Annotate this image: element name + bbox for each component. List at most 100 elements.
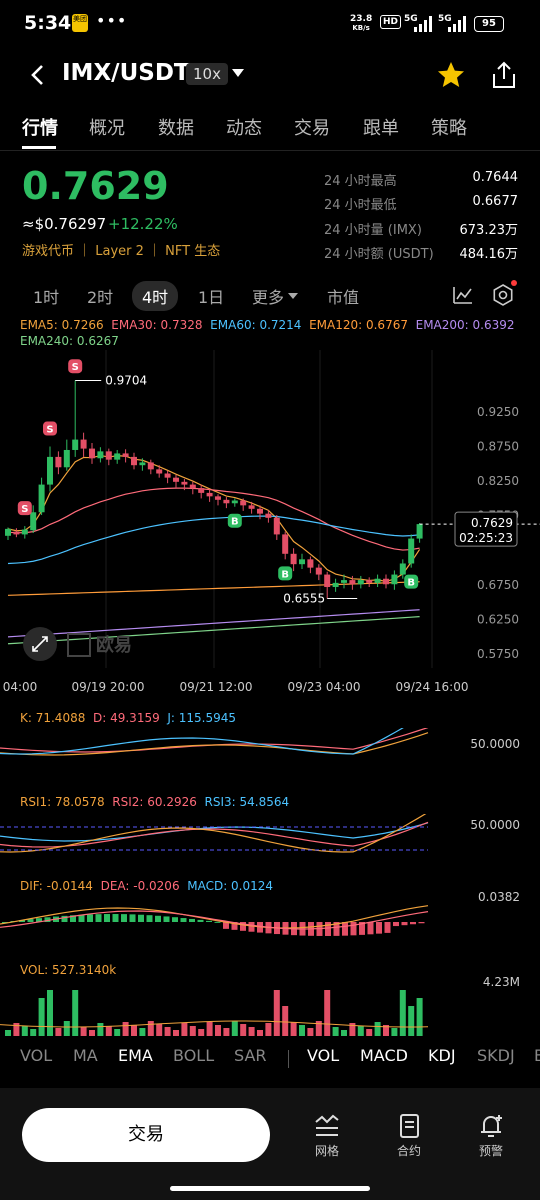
token-tags[interactable]: 游戏代币 ｜ Layer 2 ｜ NFT 生态 [22, 240, 220, 259]
macd-bar [163, 916, 170, 922]
buy-marker-label: B [231, 517, 239, 528]
rsi2: RSI2: 60.2926 [112, 795, 197, 809]
share-icon[interactable] [490, 60, 518, 90]
rsi1: RSI1: 78.0578 [20, 795, 105, 809]
macd-bar [325, 922, 331, 936]
interval-1h[interactable]: 1时 [33, 284, 59, 308]
contract-label[interactable]: 合约 [384, 1142, 434, 1159]
interval-more[interactable]: 更多 [252, 284, 284, 308]
volume-chart [0, 990, 429, 1036]
candle-body [248, 505, 255, 509]
tab-strategy[interactable]: 策略 [431, 114, 467, 140]
candle-body [366, 580, 373, 583]
settings-gear-icon[interactable] [492, 284, 514, 306]
divider [0, 150, 540, 151]
tab-overview[interactable]: 概况 [89, 114, 125, 140]
candle-body [215, 496, 221, 500]
candle-body [416, 524, 423, 539]
pair-title[interactable]: IMX/USDT [62, 60, 190, 86]
y-tick-label: 0.9250 [477, 405, 519, 419]
ema60-label: EMA60: 0.7214 [210, 318, 302, 332]
tab-market[interactable]: 行情 [22, 114, 58, 140]
ema240-label: EMA240: 0.6267 [20, 334, 119, 348]
kdj-j-line [0, 728, 404, 755]
status-time: 5:34 [24, 12, 72, 34]
tab-news[interactable]: 动态 [226, 114, 262, 140]
low-marker-label: 0.6555 [283, 591, 325, 605]
sel-boll[interactable]: BOLL [173, 1046, 214, 1065]
candle-body [324, 574, 331, 588]
interval-2h[interactable]: 2时 [87, 284, 113, 308]
candle-body [55, 456, 62, 468]
interval-mcap[interactable]: 市值 [327, 284, 359, 308]
interval-1d[interactable]: 1日 [198, 284, 224, 308]
candle-body [349, 580, 356, 585]
stat-high-value: 0.7644 [472, 170, 519, 185]
more-caret-icon[interactable] [288, 293, 298, 299]
x-tick-label: 09/21 12:00 [180, 680, 253, 694]
volume-bar [206, 1022, 213, 1036]
sel-kdj[interactable]: KDJ [428, 1046, 456, 1065]
volume-bar [223, 1028, 230, 1036]
candle-body [173, 477, 179, 482]
grid-icon[interactable] [313, 1112, 341, 1140]
candle-body [97, 451, 104, 459]
volume-bar [341, 1030, 347, 1036]
volume-bar [324, 990, 331, 1036]
sel-more[interactable]: B [534, 1046, 540, 1065]
stat-high-label: 24 小时最高 [324, 174, 397, 189]
candlestick-chart[interactable]: 0.92500.87500.82500.77500.67500.62500.57… [0, 350, 540, 700]
candle-body [265, 513, 272, 518]
candle-body [273, 517, 280, 535]
favorite-star-icon[interactable] [436, 60, 466, 90]
candle-body [122, 453, 129, 457]
volume-bar [290, 1022, 297, 1036]
interval-4h[interactable]: 4时 [132, 281, 179, 311]
volume-bar [282, 1006, 289, 1036]
sel-vol-main[interactable]: VOL [20, 1046, 52, 1065]
grid-label[interactable]: 网格 [302, 1142, 352, 1159]
alert-label[interactable]: 预警 [466, 1142, 516, 1159]
signal-icon-2 [448, 16, 466, 32]
usd-price: ≈$0.76297 [22, 215, 107, 233]
kdj-j: J: 115.5945 [167, 711, 237, 725]
sell-marker-label: S [46, 425, 53, 436]
candle-body [164, 473, 171, 478]
last-price-label: 0.7629 [471, 516, 513, 530]
x-tick-label: 04:00 [3, 680, 38, 694]
contract-icon[interactable] [395, 1112, 423, 1140]
alert-bell-icon[interactable] [477, 1112, 505, 1140]
sel-ma[interactable]: MA [73, 1046, 98, 1065]
rsi-chart [0, 814, 429, 853]
vol-legend: VOL: 527.3140k [20, 963, 117, 977]
tab-data[interactable]: 数据 [158, 114, 194, 140]
back-arrow-icon[interactable] [28, 62, 48, 88]
y-tick-label: 0.6250 [477, 613, 519, 627]
x-tick-label: 09/19 20:00 [72, 680, 145, 694]
price-change: +12.22% [108, 215, 178, 233]
sel-macd[interactable]: MACD [360, 1046, 408, 1065]
trade-button[interactable]: 交易 [22, 1108, 270, 1162]
macd-legend: DIF: -0.0144 DEA: -0.0206 MACD: 0.0124 [20, 879, 273, 893]
leverage-badge[interactable]: 10x [186, 63, 228, 85]
candle-body [38, 484, 45, 513]
volume-bar [55, 1028, 62, 1036]
sel-skdj[interactable]: SKDJ [477, 1046, 515, 1065]
main-tabs: 行情 概况 数据 动态 交易 跟单 策略 [0, 114, 540, 154]
x-tick-label: 09/23 04:00 [288, 680, 361, 694]
macd-bar [248, 922, 255, 932]
tab-copy[interactable]: 跟单 [363, 114, 399, 140]
tab-trade[interactable]: 交易 [294, 114, 330, 140]
macd-bar [172, 917, 178, 922]
stat-amount-label: 24 小时额 (USDT) [324, 247, 434, 262]
y-tick-label: 0.8750 [477, 440, 519, 454]
candle-body [181, 481, 188, 485]
sel-sar[interactable]: SAR [234, 1046, 267, 1065]
sel-ema[interactable]: EMA [118, 1046, 153, 1065]
sel-vol[interactable]: VOL [307, 1046, 339, 1065]
volume-bar [47, 990, 53, 1036]
candle-body [231, 500, 238, 504]
chart-type-icon[interactable] [452, 284, 474, 306]
pair-dropdown-icon[interactable] [232, 69, 244, 77]
candle-body [147, 462, 154, 470]
